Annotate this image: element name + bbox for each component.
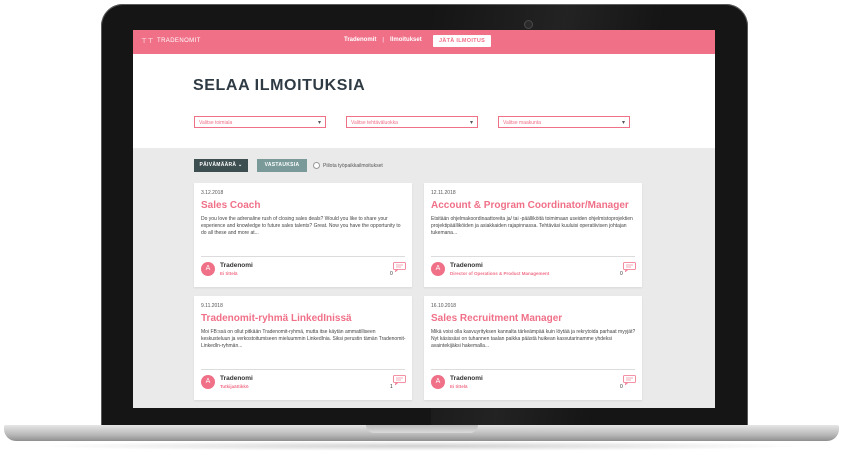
card-excerpt: Etsitään ohjelmakoordinaattoreita ja/ ta… <box>431 216 633 236</box>
card-excerpt: Mikä voisi olla kasvuyrityksen kannalta … <box>431 329 636 349</box>
card-title[interactable]: Account & Program Coordinator/Manager <box>431 200 629 211</box>
comment-icon <box>393 375 406 385</box>
sort-date-label: PÄIVÄMÄÄRÄ <box>199 162 237 168</box>
sort-date-button[interactable]: PÄIVÄMÄÄRÄ ⌄ <box>194 159 248 172</box>
listing-card[interactable]: 9.11.2018 Tradenomit-ryhmä LinkedInissä … <box>194 296 412 400</box>
listing-card[interactable]: 16.10.2018 Sales Recruitment Manager Mik… <box>424 296 642 400</box>
chevron-down-icon: ⌄ <box>238 162 243 168</box>
post-ad-button[interactable]: JÄTÄ ILMOITUS <box>433 35 492 47</box>
logo-icon: ⊤⊤ <box>141 38 154 45</box>
card-author[interactable]: Tradenomi <box>450 375 483 382</box>
browser-screen: ⊤⊤ TRADENOMIT Tradenomit | Ilmoitukset J… <box>133 30 715 408</box>
top-navbar: ⊤⊤ TRADENOMIT Tradenomit | Ilmoitukset J… <box>133 30 715 54</box>
card-divider <box>431 256 635 257</box>
avatar: A <box>201 262 215 276</box>
listing-card[interactable]: 3.12.2018 Sales Coach Do you love the ad… <box>194 183 412 287</box>
laptop-shadow <box>30 441 813 451</box>
card-author-title: Ei tittelä <box>220 271 238 276</box>
card-author[interactable]: Tradenomi <box>450 262 483 269</box>
camera-icon <box>524 20 533 29</box>
page-title: SELAA ILMOITUKSIA <box>193 77 366 94</box>
category-select-value: Valitse tehtäväluokka <box>351 120 398 126</box>
sort-replies-button[interactable]: VASTAUKSIA <box>257 159 307 172</box>
comment-icon <box>393 262 406 272</box>
brand-logo[interactable]: ⊤⊤ TRADENOMIT <box>141 37 201 45</box>
chevron-down-icon: ▾ <box>317 120 321 126</box>
card-divider <box>201 369 405 370</box>
listing-card[interactable]: 12.11.2018 Account & Program Coordinator… <box>424 183 642 287</box>
hide-jobs-label: Piilota työpaikkailmoitukset <box>323 162 383 169</box>
nav-link-tradenomit[interactable]: Tradenomit <box>344 37 376 43</box>
card-title[interactable]: Tradenomit-ryhmä LinkedInissä <box>201 313 352 324</box>
industry-select[interactable]: Valitse toimiala ▾ <box>194 116 326 128</box>
comment-icon <box>623 375 636 385</box>
nav-links: Tradenomit | Ilmoitukset <box>344 37 422 43</box>
card-author[interactable]: Tradenomi <box>220 375 253 382</box>
card-date: 9.11.2018 <box>201 303 223 309</box>
nav-link-ilmoitukset[interactable]: Ilmoitukset <box>390 37 422 43</box>
card-author-title: Ei tittelä <box>450 384 468 389</box>
avatar: A <box>431 262 445 276</box>
region-select-value: Valitse maakunta <box>503 120 541 126</box>
region-select[interactable]: Valitse maakunta ▾ <box>498 116 630 128</box>
avatar: A <box>431 375 445 389</box>
chevron-down-icon: ▾ <box>621 120 625 126</box>
chevron-down-icon: ▾ <box>469 120 473 126</box>
card-date: 12.11.2018 <box>431 190 456 196</box>
card-divider <box>431 369 635 370</box>
card-date: 16.10.2018 <box>431 303 457 309</box>
card-title[interactable]: Sales Recruitment Manager <box>431 313 562 324</box>
card-author-title: Tutkijaättikkö <box>220 384 249 389</box>
card-excerpt: Moi FB:ssä on ollut pitkään Tradenomit-r… <box>201 329 406 349</box>
card-divider <box>201 256 405 257</box>
card-excerpt: Do you love the adrenaline rush of closi… <box>201 216 401 236</box>
card-title[interactable]: Sales Coach <box>201 200 260 211</box>
avatar: A <box>201 375 215 389</box>
comment-icon <box>623 262 636 272</box>
industry-select-value: Valitse toimiala <box>199 120 233 126</box>
nav-separator: | <box>382 37 385 43</box>
hide-jobs-checkbox[interactable] <box>313 162 320 169</box>
category-select[interactable]: Valitse tehtäväluokka ▾ <box>346 116 478 128</box>
card-author-title: Director of Operations & Product Managem… <box>450 271 550 276</box>
hide-jobs-toggle[interactable]: Piilota työpaikkailmoitukset <box>313 162 383 169</box>
card-date: 3.12.2018 <box>201 190 224 196</box>
laptop-notch <box>366 425 478 433</box>
brand-name: TRADENOMIT <box>157 38 201 44</box>
card-author[interactable]: Tradenomi <box>220 262 253 269</box>
